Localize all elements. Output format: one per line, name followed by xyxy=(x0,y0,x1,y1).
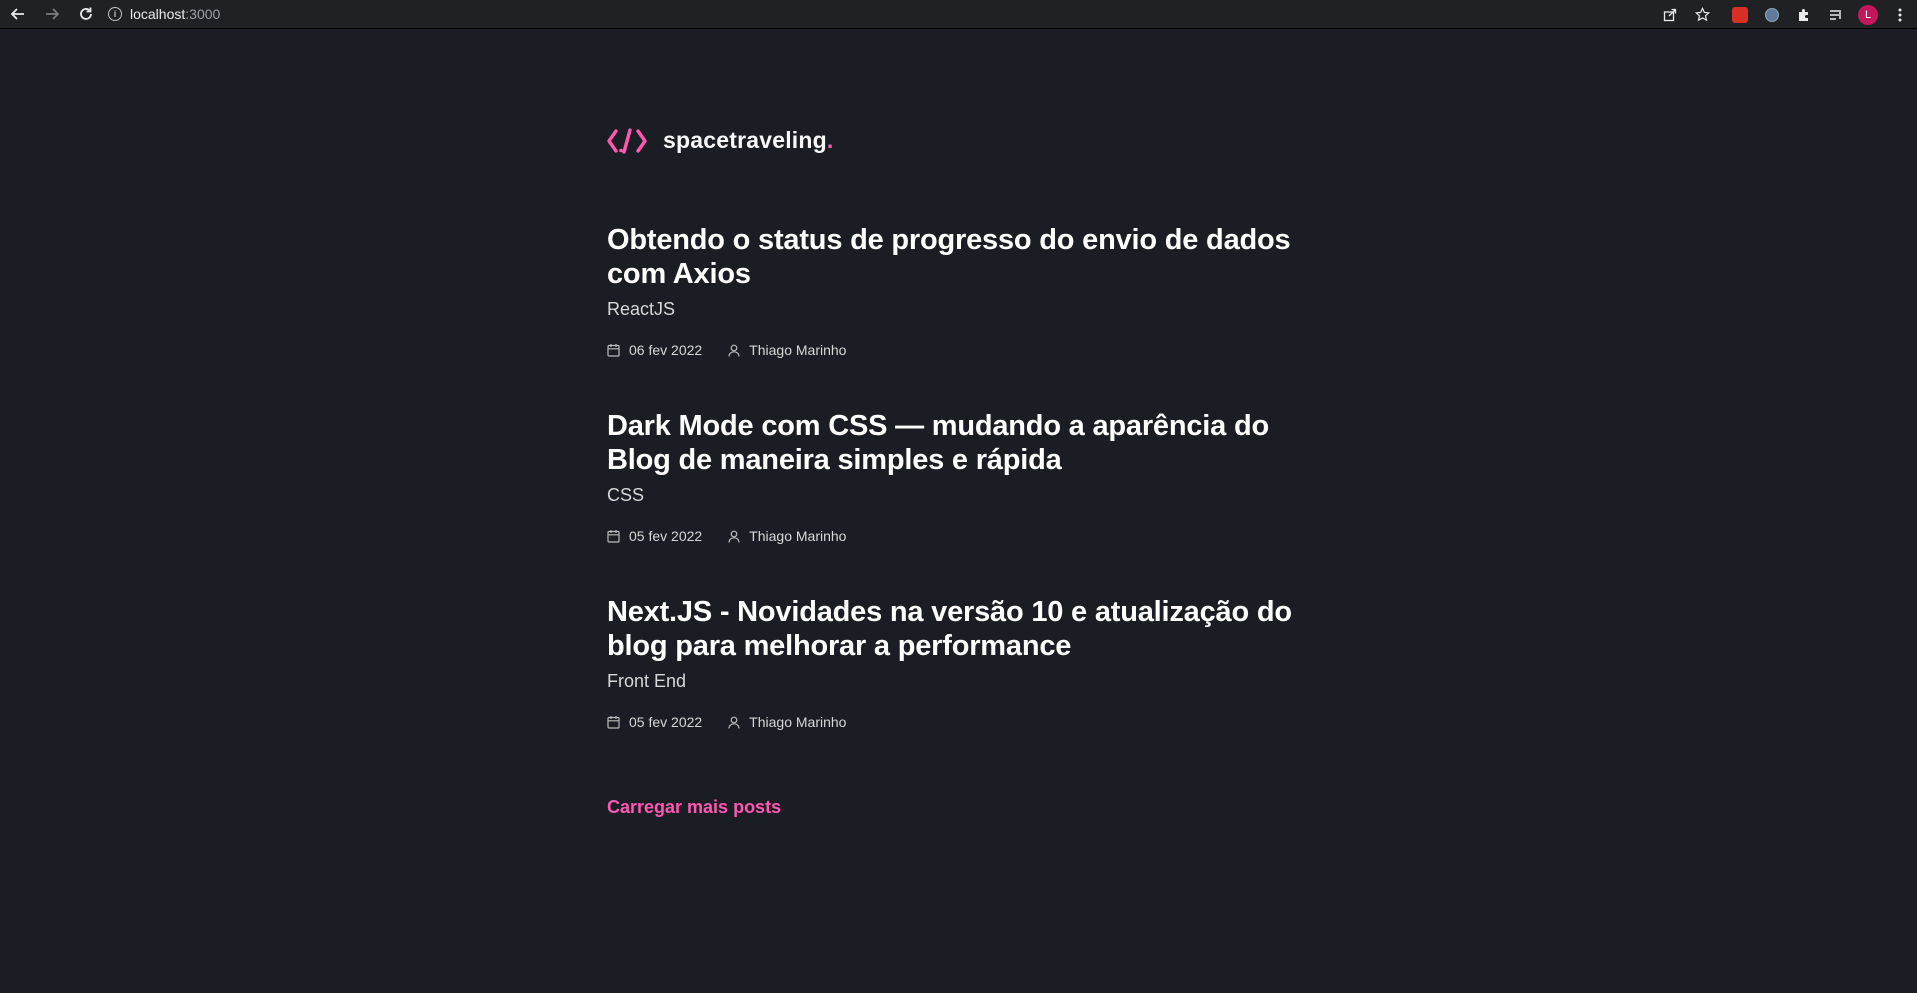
post-info: 05 fev 2022 Thiago Marinho xyxy=(607,528,1307,544)
share-icon[interactable] xyxy=(1659,4,1681,26)
address-bar[interactable]: i localhost:3000 xyxy=(108,3,1628,25)
reload-icon[interactable] xyxy=(76,4,96,24)
logo-text: spacetraveling xyxy=(663,127,827,153)
forward-icon[interactable] xyxy=(42,4,62,24)
page-body: spacetraveling. Obtendo o status de prog… xyxy=(0,30,1917,993)
extensions-puzzle-icon[interactable] xyxy=(1793,4,1815,26)
post-item[interactable]: Next.JS - Novidades na versão 10 e atual… xyxy=(607,595,1307,730)
post-info: 05 fev 2022 Thiago Marinho xyxy=(607,714,1307,730)
calendar-icon xyxy=(607,716,620,729)
post-date: 05 fev 2022 xyxy=(629,714,703,730)
url-host: localhost xyxy=(130,6,186,22)
post-item[interactable]: Obtendo o status de progresso do envio d… xyxy=(607,223,1307,358)
site-header[interactable]: spacetraveling. xyxy=(607,127,833,154)
post-item[interactable]: Dark Mode com CSS — mudando a aparência … xyxy=(607,409,1307,544)
calendar-icon xyxy=(607,530,620,543)
user-icon xyxy=(728,716,740,729)
post-author: Thiago Marinho xyxy=(749,528,847,544)
user-icon xyxy=(728,530,740,543)
back-icon[interactable] xyxy=(8,4,28,24)
calendar-icon xyxy=(607,344,620,357)
post-subtitle: CSS xyxy=(607,485,645,505)
post-subtitle: ReactJS xyxy=(607,299,676,319)
browser-toolbar: i localhost:3000 L xyxy=(0,0,1917,29)
browser-menu-icon[interactable] xyxy=(1889,4,1911,26)
logo-dot: . xyxy=(826,127,834,153)
info-icon[interactable]: i xyxy=(108,7,122,21)
load-more-button[interactable]: Carregar mais posts xyxy=(607,797,781,818)
post-subtitle: Front End xyxy=(607,671,687,691)
post-info: 06 fev 2022 Thiago Marinho xyxy=(607,342,1307,358)
user-icon xyxy=(728,344,740,357)
post-author: Thiago Marinho xyxy=(749,714,847,730)
extension-red-icon[interactable] xyxy=(1729,4,1751,26)
reading-list-icon[interactable] xyxy=(1825,4,1847,26)
url-port: :3000 xyxy=(185,6,221,22)
post-title[interactable]: Next.JS - Novidades na versão 10 e atual… xyxy=(607,595,1307,663)
post-date: 05 fev 2022 xyxy=(629,528,703,544)
post-title[interactable]: Obtendo o status de progresso do envio d… xyxy=(607,223,1307,291)
bookmark-star-icon[interactable] xyxy=(1691,4,1713,26)
post-author: Thiago Marinho xyxy=(749,342,847,358)
post-title[interactable]: Dark Mode com CSS — mudando a aparência … xyxy=(607,409,1307,477)
post-date: 06 fev 2022 xyxy=(629,342,703,358)
code-logo-icon xyxy=(607,127,647,154)
extension-globe-icon[interactable] xyxy=(1761,4,1783,26)
profile-avatar[interactable]: L xyxy=(1857,4,1879,26)
